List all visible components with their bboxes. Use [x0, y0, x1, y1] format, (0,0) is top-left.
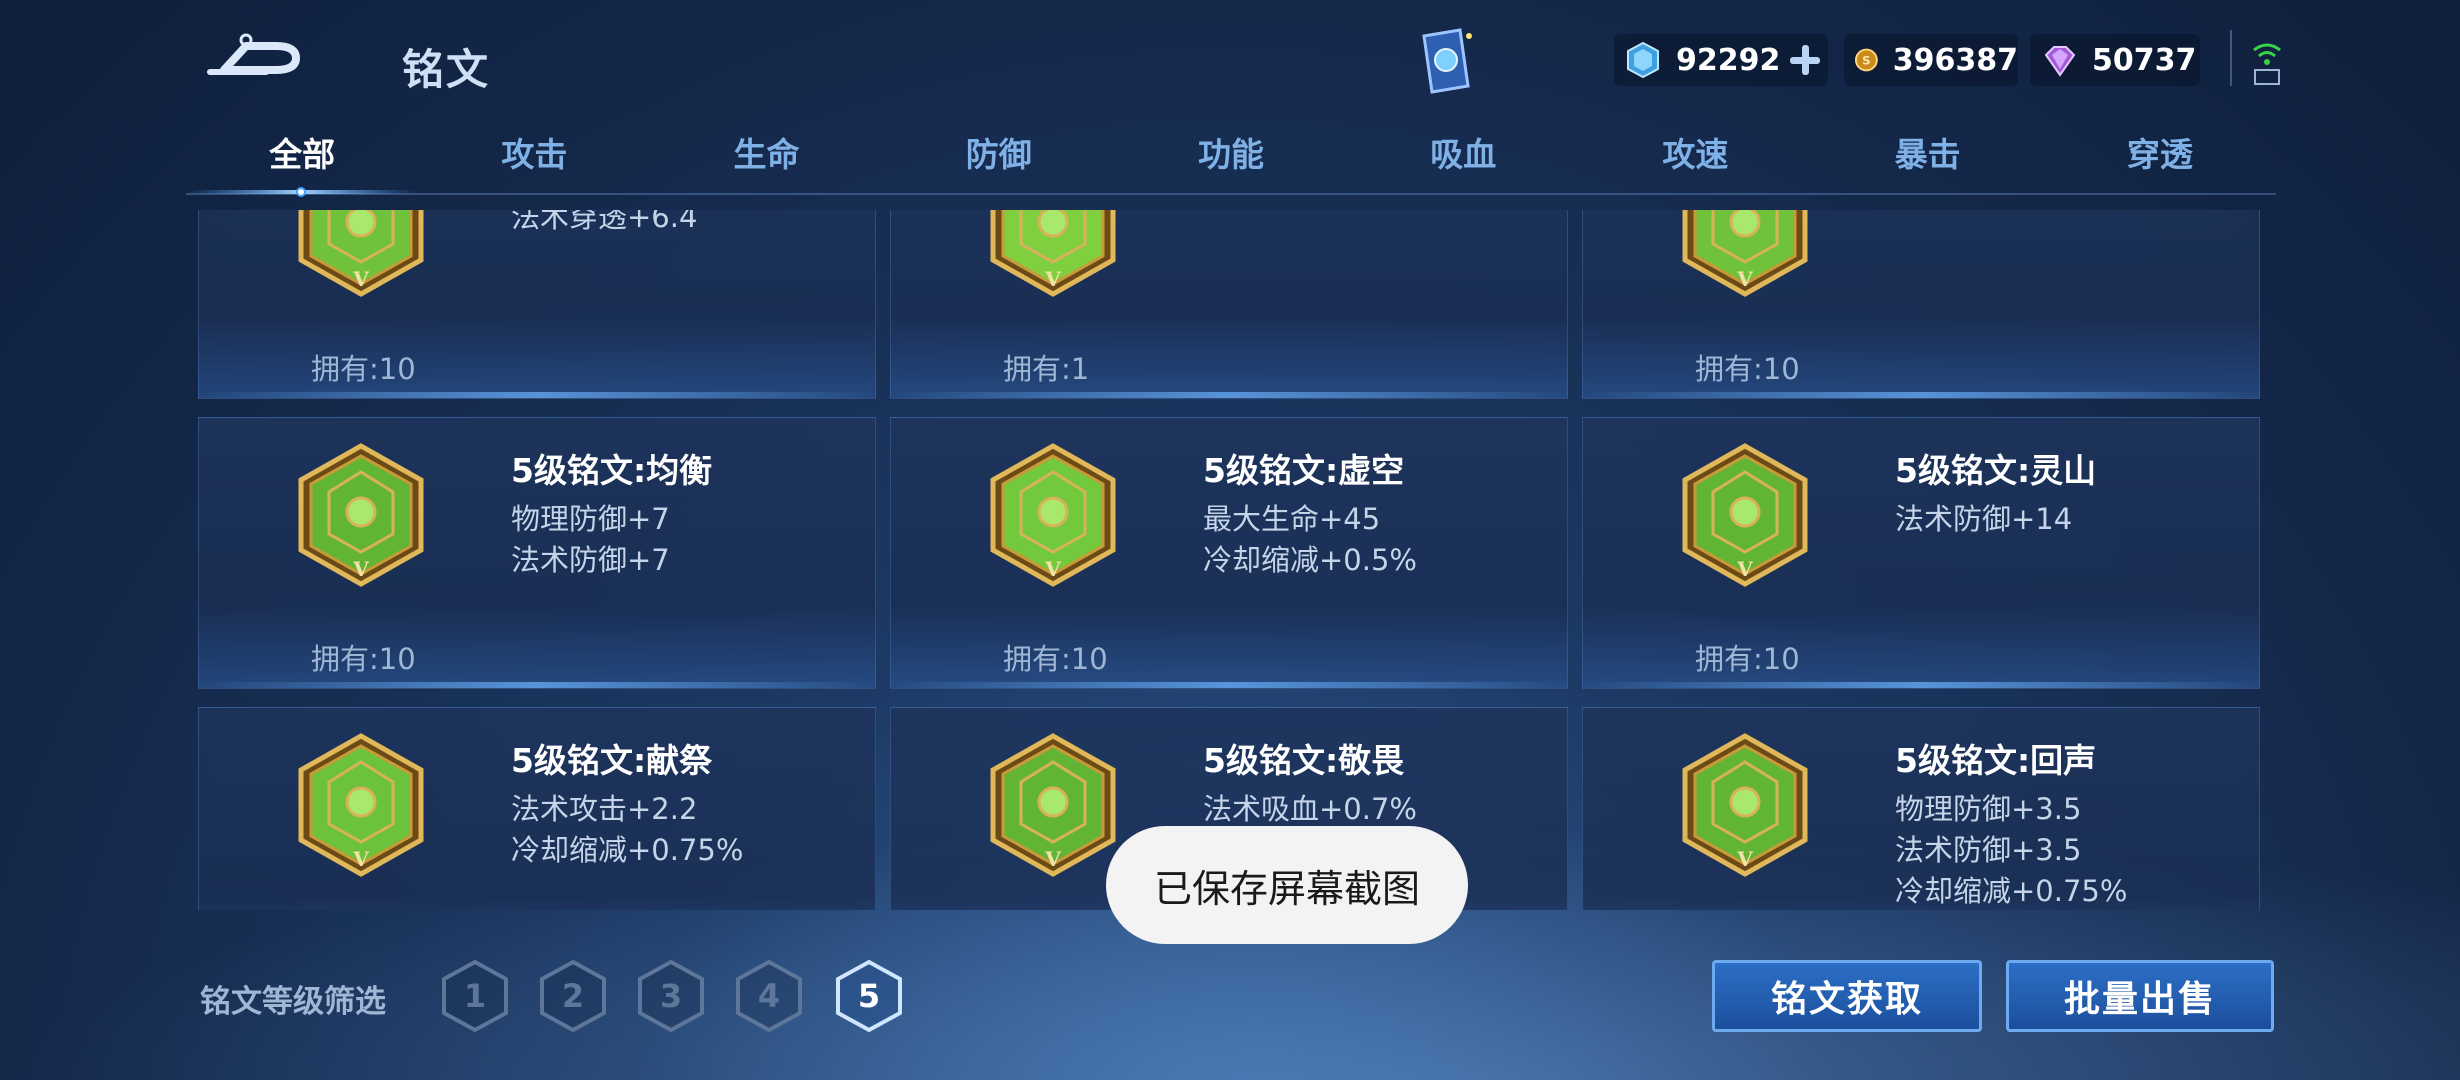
rune-attribute: 最大生命+45: [1203, 502, 1381, 536]
rune-attribute: 冷却缩减+0.5%: [1203, 543, 1417, 577]
card-glow: [1583, 682, 2259, 688]
tab-penetration[interactable]: 穿透: [2044, 130, 2276, 194]
rune-gem-icon: V: [990, 210, 1116, 297]
rune-attribute: 法术攻击+2.2: [511, 792, 698, 826]
rune-attribute: 冷却缩减+0.75%: [1895, 874, 2128, 908]
rune-card[interactable]: V攻击速度+0.6%法术穿透+6.4拥有:10: [198, 210, 876, 399]
active-tab-indicator: [186, 187, 416, 197]
currency-gold: S 396387: [1844, 34, 2018, 86]
rune-attribute: 法术穿透+6.4: [511, 210, 698, 234]
currency-diamond: 50737: [2030, 34, 2200, 86]
rune-attribute: 物理防御+7: [511, 502, 670, 536]
purple-diamond-icon: [2044, 46, 2076, 77]
rune-gem-icon: V: [1682, 733, 1808, 877]
card-glow: [891, 392, 1567, 398]
level-filter-label: 铭文等级筛选: [200, 984, 386, 1020]
rune-name: 5级铭文:均衡: [511, 451, 713, 490]
crystal-amount: 92292: [1676, 42, 1781, 78]
rune-book-icon[interactable]: [1414, 26, 1478, 96]
tab-defense[interactable]: 防御: [883, 130, 1115, 194]
gold-amount: 396387: [1892, 42, 2018, 78]
rune-card[interactable]: V 5级铭文:灵山法术防御+14 拥有:10: [1582, 417, 2260, 689]
rune-gem-icon: V: [1682, 210, 1808, 297]
card-glow: [1583, 392, 2259, 398]
screenshot-saved-toast: 已保存屏幕截图: [1106, 826, 1468, 944]
svg-text:V: V: [1044, 557, 1061, 581]
blue-crystal-icon: [1627, 41, 1659, 79]
svg-text:V: V: [1736, 267, 1753, 291]
rune-gem-icon: V: [1682, 443, 1808, 587]
rune-name: 5级铭文:虚空: [1203, 451, 1405, 490]
currency-crystal: 92292: [1614, 34, 1828, 86]
tab-divider: [186, 193, 2276, 195]
rune-card[interactable]: V冷却缩减+1%拥有:1: [890, 210, 1568, 399]
card-glow: [199, 682, 875, 688]
rune-card[interactable]: V 5级铭文:均衡物理防御+7 法术防御+7 拥有:10: [198, 417, 876, 689]
rune-gem-icon: V: [298, 733, 424, 877]
tab-health[interactable]: 生命: [650, 130, 882, 194]
rune-acquire-button[interactable]: 铭文获取: [1712, 960, 1982, 1032]
card-glow: [199, 392, 875, 398]
tab-utility[interactable]: 功能: [1115, 130, 1347, 194]
tab-lifesteal[interactable]: 吸血: [1347, 130, 1579, 194]
rune-card[interactable]: V 5级铭文:献祭法术攻击+2.2 冷却缩减+0.75%: [198, 707, 876, 910]
rune-name: 5级铭文:回声: [1895, 741, 2097, 780]
level-number: 2: [562, 977, 584, 1015]
rune-card[interactable]: V物理防御+14拥有:10: [1582, 210, 2260, 399]
rune-attribute: 法术防御+7: [511, 543, 670, 577]
rune-attribute: 物理防御+3.5: [1895, 792, 2082, 826]
svg-text:V: V: [1044, 267, 1061, 291]
rune-owned-count: 拥有:10: [1695, 352, 1800, 386]
svg-text:V: V: [352, 557, 369, 581]
level-filter-4[interactable]: 4: [734, 958, 804, 1034]
level-filter-5[interactable]: 5: [834, 958, 904, 1034]
svg-text:V: V: [352, 267, 369, 291]
wifi-signal-icon: [2253, 43, 2281, 85]
rune-gem-icon: V: [298, 443, 424, 587]
rune-gem-icon: V: [990, 733, 1116, 877]
svg-text:V: V: [352, 847, 369, 871]
rune-gem-icon: V: [298, 210, 424, 297]
level-filter-3[interactable]: 3: [636, 958, 706, 1034]
svg-text:V: V: [1736, 557, 1753, 581]
header-separator: [2230, 30, 2232, 86]
tab-attack[interactable]: 攻击: [418, 130, 650, 194]
rune-list[interactable]: V攻击速度+0.6%法术穿透+6.4拥有:10V冷却缩减+1%拥有:1V物理防御…: [198, 210, 2262, 910]
rune-gem-icon: V: [990, 443, 1116, 587]
rune-name: 5级铭文:灵山: [1895, 451, 2097, 490]
rune-attribute: 法术防御+14: [1895, 502, 2073, 536]
level-filter-2[interactable]: 2: [538, 958, 608, 1034]
rune-owned-count: 拥有:10: [311, 352, 416, 386]
rune-owned-count: 拥有:10: [311, 642, 416, 676]
tab-attack-speed[interactable]: 攻速: [1579, 130, 1811, 194]
svg-text:V: V: [1044, 847, 1061, 871]
rune-attribute: 冷却缩减+0.75%: [511, 833, 744, 867]
level-filter-1[interactable]: 1: [440, 958, 510, 1034]
tab-crit[interactable]: 暴击: [1812, 130, 2044, 194]
tab-all[interactable]: 全部: [186, 130, 418, 194]
diamond-amount: 50737: [2092, 42, 2197, 78]
rune-card[interactable]: V 5级铭文:回声物理防御+3.5 法术防御+3.5 冷却缩减+0.75%: [1582, 707, 2260, 910]
level-number: 4: [758, 977, 780, 1015]
rune-owned-count: 拥有:10: [1695, 642, 1800, 676]
back-arrow-icon[interactable]: [206, 32, 306, 82]
bulk-sell-button[interactable]: 批量出售: [2006, 960, 2274, 1032]
svg-text:V: V: [1736, 847, 1753, 871]
level-number: 5: [858, 977, 880, 1015]
rune-attribute: 法术防御+3.5: [1895, 833, 2082, 867]
gold-coin-icon: S: [1854, 48, 1878, 72]
rune-name: 5级铭文:敬畏: [1203, 741, 1405, 780]
category-tabs: 全部 攻击 生命 防御 功能 吸血 攻速 暴击 穿透: [186, 130, 2276, 194]
rune-owned-count: 拥有:10: [1003, 642, 1108, 676]
level-number: 3: [660, 977, 682, 1015]
rune-name: 5级铭文:献祭: [511, 741, 713, 780]
card-glow: [891, 682, 1567, 688]
svg-text:S: S: [1862, 54, 1870, 68]
add-crystal-button[interactable]: [1788, 43, 1822, 77]
page-title: 铭文: [402, 45, 491, 94]
level-number: 1: [464, 977, 486, 1015]
rune-card[interactable]: V 5级铭文:虚空最大生命+45 冷却缩减+0.5% 拥有:10: [890, 417, 1568, 689]
rune-attribute: 法术吸血+0.7%: [1203, 792, 1417, 826]
rune-owned-count: 拥有:1: [1003, 352, 1090, 386]
